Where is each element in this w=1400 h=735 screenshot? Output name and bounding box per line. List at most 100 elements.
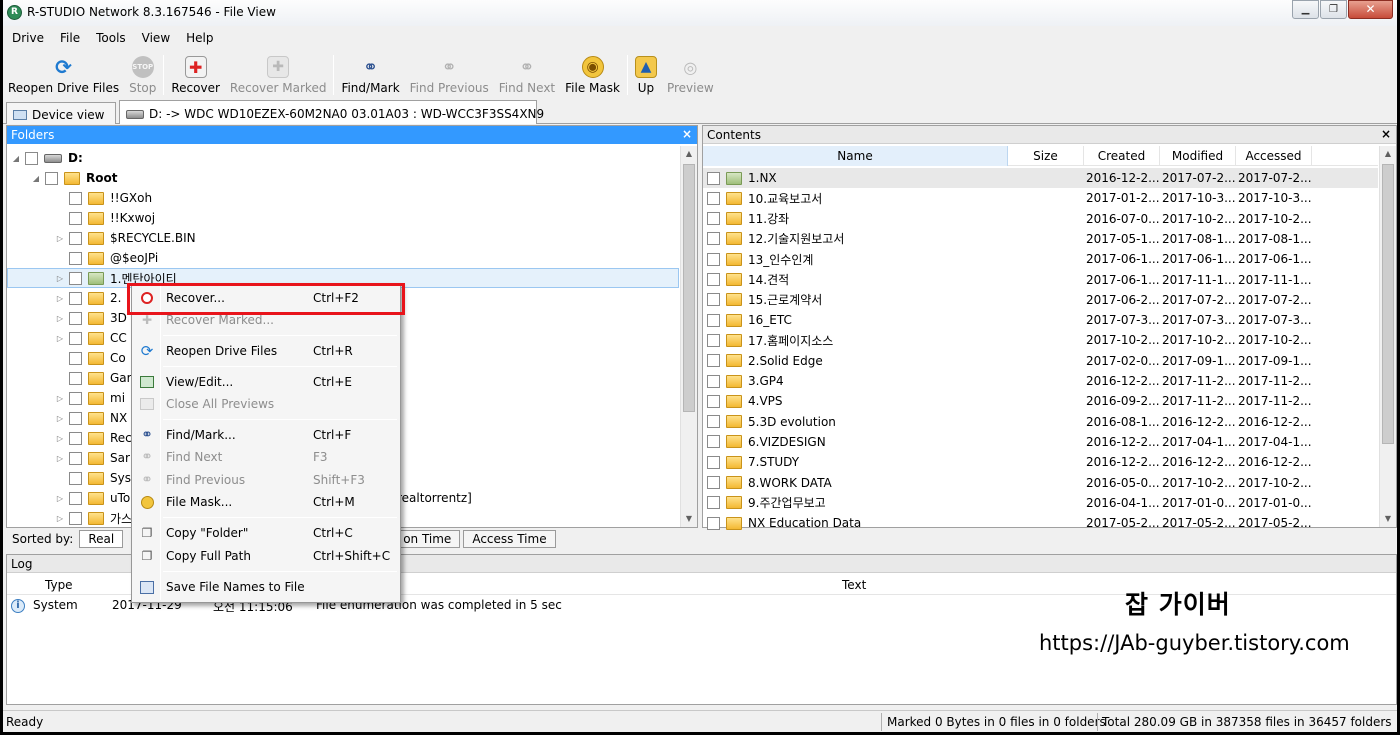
content-row[interactable]: 13_인수인계 2017-06-1... 2017-06-1... 2017-06-1… <box>703 249 1378 269</box>
content-row[interactable]: 1.NX 2016-12-2... 2017-07-2... 2017-07-2... <box>703 168 1378 188</box>
content-row[interactable]: 14.견적 2017-06-1... 2017-11-1... 2017-11-1..… <box>703 270 1378 290</box>
content-row[interactable]: 9.주간업무보고 2016-04-1... 2017-01-0... 2017-01-… <box>703 493 1378 513</box>
expand-arrow-icon[interactable]: ▷ <box>55 434 65 443</box>
expand-arrow-icon[interactable]: ▷ <box>55 414 65 423</box>
stop-button[interactable]: STOP Stop <box>124 50 161 100</box>
menu-reopen-drive-files[interactable]: ⟳ Reopen Drive Files Ctrl+R <box>134 340 398 362</box>
find-next-button[interactable]: ⚭ Find Next <box>494 50 560 100</box>
checkbox[interactable] <box>69 471 82 485</box>
tree-item[interactable]: !!GXoh <box>7 188 679 208</box>
checkbox[interactable] <box>69 511 82 525</box>
scroll-thumb[interactable] <box>1382 164 1394 444</box>
maximize-button[interactable]: ❐ <box>1320 0 1347 19</box>
column-accessed[interactable]: Accessed <box>1236 146 1312 166</box>
reopen-drive-files-button[interactable]: ⟳ Reopen Drive Files <box>3 50 124 100</box>
log-column-type[interactable]: Type <box>45 578 73 592</box>
up-button[interactable]: ▲ Up <box>630 50 662 100</box>
checkbox[interactable] <box>707 374 720 388</box>
checkbox[interactable] <box>69 211 82 225</box>
expand-arrow-icon[interactable]: ▷ <box>55 234 65 243</box>
find-previous-button[interactable]: ⚭ Find Previous <box>405 50 494 100</box>
checkbox[interactable] <box>707 252 720 266</box>
recover-marked-button[interactable]: ✚ Recover Marked <box>225 50 332 100</box>
checkbox[interactable] <box>707 191 720 205</box>
tab-device-view[interactable]: Device view <box>6 102 116 124</box>
checkbox[interactable] <box>707 333 720 347</box>
scroll-up-arrow-icon[interactable]: ▲ <box>1380 146 1396 162</box>
find-mark-button[interactable]: ⚭ Find/Mark <box>336 50 404 100</box>
content-row[interactable]: 15.근로계약서 2017-06-2... 2017-07-2... 2017-07-… <box>703 290 1378 310</box>
checkbox[interactable] <box>69 491 82 505</box>
checkbox[interactable] <box>45 171 58 185</box>
recover-button[interactable]: ✚ Recover <box>166 50 225 100</box>
file-mask-button[interactable]: ◉ File Mask <box>560 50 625 100</box>
checkbox[interactable] <box>707 232 720 246</box>
scroll-down-arrow-icon[interactable]: ▼ <box>1380 511 1396 527</box>
content-row[interactable]: 4.VPS 2016-09-2... 2017-11-2... 2017-11-2..… <box>703 391 1378 411</box>
menu-close-all-previews[interactable]: Close All Previews <box>134 393 398 415</box>
menu-view[interactable]: View <box>133 28 177 48</box>
checkbox[interactable] <box>707 455 720 469</box>
menu-find-mark[interactable]: ⚭ Find/Mark... Ctrl+F <box>134 424 398 446</box>
content-row[interactable]: 6.VIZDESIGN 2016-12-2... 2017-04-1... 2017-… <box>703 432 1378 452</box>
expand-arrow-icon[interactable]: ▷ <box>55 514 65 523</box>
menu-save-file-names[interactable]: Save File Names to File <box>134 576 398 598</box>
menu-help[interactable]: Help <box>177 28 220 48</box>
checkbox[interactable] <box>707 313 720 327</box>
collapse-arrow-icon[interactable]: ◢ <box>11 154 21 163</box>
content-row[interactable]: 7.STUDY 2016-12-2... 2016-12-2... 2016-12-2… <box>703 452 1378 472</box>
checkbox[interactable] <box>69 451 82 465</box>
checkbox[interactable] <box>69 271 82 285</box>
checkbox[interactable] <box>707 394 720 408</box>
checkbox[interactable] <box>69 311 82 325</box>
menu-find-previous[interactable]: ⚭ Find Previous Shift+F3 <box>134 469 398 491</box>
contents-close-button[interactable]: × <box>1381 127 1391 141</box>
expand-arrow-icon[interactable]: ▷ <box>55 274 65 283</box>
checkbox[interactable] <box>69 251 82 265</box>
content-row[interactable]: 11.강좌 2016-07-0... 2017-10-2... 2017-10-2..… <box>703 209 1378 229</box>
content-row[interactable]: 16_ETC 2017-07-3... 2017-07-3... 2017-07-3.… <box>703 310 1378 330</box>
menu-find-next[interactable]: ⚭ Find Next F3 <box>134 446 398 468</box>
expand-arrow-icon[interactable]: ▷ <box>55 314 65 323</box>
contents-scrollbar[interactable]: ▲ ▼ <box>1379 146 1396 527</box>
column-size[interactable]: Size <box>1008 146 1084 166</box>
checkbox[interactable] <box>707 516 720 530</box>
tree-item-drive[interactable]: ◢ D: <box>7 148 679 168</box>
folders-close-button[interactable]: × <box>682 127 692 141</box>
content-row[interactable]: 8.WORK DATA 2016-05-0... 2017-10-2... 2017-… <box>703 473 1378 493</box>
content-row[interactable]: 17.홈페이지소스 2017-10-2... 2017-10-2... 2017-10… <box>703 330 1378 350</box>
checkbox[interactable] <box>707 171 720 185</box>
checkbox[interactable] <box>707 476 720 489</box>
menu-copy-full-path[interactable]: ❐ Copy Full Path Ctrl+Shift+C <box>134 545 398 567</box>
collapse-arrow-icon[interactable]: ◢ <box>31 174 41 183</box>
tab-file-view[interactable]: D: -> WDC WD10EZEX-60M2NA0 03.01A03 : WD… <box>119 100 544 124</box>
minimize-button[interactable]: ▁ <box>1292 0 1319 19</box>
sort-creation-time-button[interactable]: on Time <box>394 530 461 548</box>
menu-file[interactable]: File <box>51 28 87 48</box>
checkbox[interactable] <box>69 411 82 425</box>
checkbox[interactable] <box>69 331 82 345</box>
menu-tools[interactable]: Tools <box>87 28 133 48</box>
expand-arrow-icon[interactable]: ▷ <box>55 454 65 463</box>
log-column-text[interactable]: Text <box>842 578 866 592</box>
checkbox[interactable] <box>69 351 82 365</box>
checkbox[interactable] <box>707 293 720 307</box>
menu-drive[interactable]: Drive <box>3 28 51 48</box>
expand-arrow-icon[interactable]: ▷ <box>55 294 65 303</box>
scroll-down-arrow-icon[interactable]: ▼ <box>681 511 697 527</box>
checkbox[interactable] <box>707 496 720 510</box>
column-created[interactable]: Created <box>1084 146 1160 166</box>
checkbox[interactable] <box>25 151 38 165</box>
expand-arrow-icon[interactable]: ▷ <box>55 494 65 503</box>
title-bar[interactable]: R R-STUDIO Network 8.3.167546 - File Vie… <box>3 0 1397 26</box>
content-row[interactable]: NX Education Data 2017-05-2... 2017-05-2..… <box>703 513 1378 533</box>
checkbox[interactable] <box>69 191 82 205</box>
expand-arrow-icon[interactable]: ▷ <box>55 334 65 343</box>
column-modified[interactable]: Modified <box>1160 146 1236 166</box>
checkbox[interactable] <box>707 273 720 286</box>
scroll-up-arrow-icon[interactable]: ▲ <box>681 146 697 162</box>
tree-item[interactable]: ▷ $RECYCLE.BIN <box>7 228 679 248</box>
checkbox[interactable] <box>69 291 82 305</box>
preview-button[interactable]: ◎ Preview <box>662 50 719 100</box>
close-button[interactable]: ✕ <box>1348 0 1393 19</box>
